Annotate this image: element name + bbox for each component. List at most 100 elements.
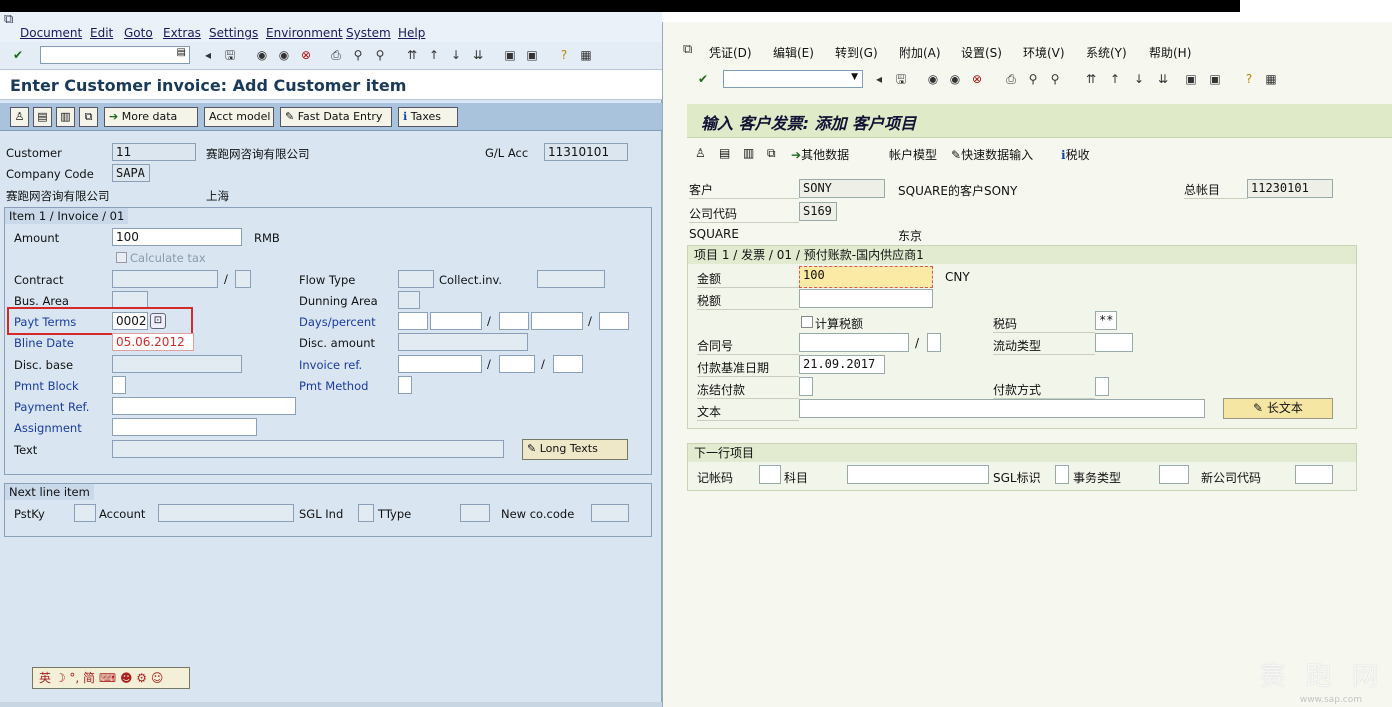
fast-entry-button-cn[interactable]: ✎快速数据输入 bbox=[951, 146, 1033, 163]
days-percent-label[interactable]: Days/percent bbox=[299, 315, 376, 329]
pmnt-block-label[interactable]: Pmnt Block bbox=[14, 379, 79, 393]
menu-edit-cn[interactable]: 编辑(E) bbox=[773, 44, 814, 61]
find-icon[interactable]: ⚲ bbox=[350, 47, 366, 63]
copy-icon-cn[interactable]: ▥ bbox=[743, 146, 754, 160]
long-texts-button[interactable]: ✎ Long Texts bbox=[522, 439, 628, 460]
collect-inv-field[interactable] bbox=[537, 270, 605, 288]
pmt-method-label[interactable]: Pmt Method bbox=[299, 379, 368, 393]
menu-edit[interactable]: Edit bbox=[90, 26, 113, 40]
sgl-ind-field[interactable] bbox=[358, 504, 374, 522]
percent1-field[interactable] bbox=[430, 312, 482, 330]
pmnt-block-field[interactable] bbox=[112, 376, 126, 394]
contract-type-field-cn[interactable] bbox=[927, 333, 941, 352]
payment-ref-field[interactable] bbox=[112, 397, 296, 415]
back-icon-cn[interactable]: ◉ bbox=[925, 71, 941, 87]
menu-settings[interactable]: Settings bbox=[209, 26, 258, 40]
shortcut-icon-cn[interactable]: ▣ bbox=[1207, 71, 1223, 87]
menu-system-cn[interactable]: 系统(Y) bbox=[1086, 44, 1127, 61]
next-page-icon-cn[interactable]: ↓ bbox=[1131, 71, 1147, 87]
long-text-button-cn[interactable]: ✎ 长文本 bbox=[1223, 398, 1333, 419]
menu-goto[interactable]: Goto bbox=[124, 26, 153, 40]
bline-date-field[interactable]: 05.06.2012 bbox=[112, 333, 194, 351]
cancel-icon-cn[interactable]: ⊗ bbox=[969, 71, 985, 87]
baseline-date-field-cn[interactable]: 21.09.2017 bbox=[799, 355, 885, 374]
contract-field[interactable] bbox=[112, 270, 218, 288]
ime-toolbar[interactable]: 英 ☽ °, 简 ⌨ ☻ ⚙ ☺ bbox=[32, 667, 190, 689]
company-code-field-cn[interactable]: S169 bbox=[799, 202, 837, 221]
pages-icon[interactable]: ⧉ bbox=[79, 107, 98, 127]
tax-code-field-cn[interactable]: ** bbox=[1095, 311, 1117, 330]
print-icon-cn[interactable]: ⎙ bbox=[1003, 71, 1019, 87]
last-page-icon[interactable]: ⇊ bbox=[470, 47, 486, 63]
save-icon[interactable]: 🖫 bbox=[222, 47, 238, 63]
menu-extras[interactable]: Extras bbox=[163, 26, 201, 40]
new-co-code-field[interactable] bbox=[591, 504, 629, 522]
bline-date-label[interactable]: Bline Date bbox=[14, 336, 74, 350]
contract-type-field[interactable] bbox=[235, 270, 251, 288]
invoice-ref-label[interactable]: Invoice ref. bbox=[299, 358, 362, 372]
days3-field[interactable] bbox=[599, 312, 629, 330]
ttype-field[interactable] bbox=[460, 504, 490, 522]
cancel-icon[interactable]: ⊗ bbox=[298, 47, 314, 63]
window-menu-icon[interactable]: ⧉ bbox=[4, 12, 13, 27]
enter-icon[interactable]: ✔ bbox=[10, 47, 26, 63]
new-co-code-field-cn[interactable] bbox=[1295, 465, 1333, 484]
days2-field[interactable] bbox=[499, 312, 529, 330]
new-session-icon-cn[interactable]: ▣ bbox=[1183, 71, 1199, 87]
first-page-icon[interactable]: ⇈ bbox=[404, 47, 420, 63]
exit-icon[interactable]: ◉ bbox=[276, 47, 292, 63]
amount-field-cn[interactable]: 100 bbox=[799, 266, 933, 288]
contract-field-cn[interactable] bbox=[799, 333, 909, 352]
find-icon-cn[interactable]: ⚲ bbox=[1025, 71, 1041, 87]
person-icon-cn[interactable]: ♙ bbox=[695, 146, 706, 160]
help-icon-cn[interactable]: ? bbox=[1241, 71, 1257, 87]
assignment-label[interactable]: Assignment bbox=[14, 421, 82, 435]
layout-menu-icon-cn[interactable]: ▦ bbox=[1263, 71, 1279, 87]
invoice-ref-year-field[interactable] bbox=[499, 355, 535, 373]
pstky-field-cn[interactable] bbox=[759, 465, 781, 484]
customer-field-cn[interactable]: SONY bbox=[799, 179, 885, 198]
menu-voucher[interactable]: 凭证(D) bbox=[709, 44, 752, 61]
shortcut-icon[interactable]: ▣ bbox=[524, 47, 540, 63]
find-next-icon[interactable]: ⚲ bbox=[372, 47, 388, 63]
menu-document[interactable]: Document bbox=[20, 26, 82, 40]
document-icon-cn[interactable]: ▤ bbox=[719, 146, 730, 160]
tax-button-cn[interactable]: ℹ税收 bbox=[1061, 146, 1090, 163]
window-menu-icon-cn[interactable]: ⧉ bbox=[683, 42, 692, 57]
amount-field[interactable]: 100 bbox=[112, 228, 242, 246]
last-page-icon-cn[interactable]: ⇊ bbox=[1155, 71, 1171, 87]
taxes-button[interactable]: ℹ Taxes bbox=[398, 107, 458, 127]
assignment-field[interactable] bbox=[112, 418, 257, 436]
sgl-ind-field-cn[interactable] bbox=[1055, 465, 1069, 484]
new-session-icon[interactable]: ▣ bbox=[502, 47, 518, 63]
days1-field[interactable] bbox=[398, 312, 428, 330]
disc-base-field[interactable] bbox=[112, 355, 242, 373]
text-field[interactable] bbox=[112, 440, 504, 458]
text-field-cn[interactable] bbox=[799, 399, 1205, 418]
print-icon[interactable]: ⎙ bbox=[328, 47, 344, 63]
command-field[interactable]: ▤ bbox=[40, 46, 190, 64]
pstky-field[interactable] bbox=[74, 504, 96, 522]
dunning-area-field[interactable] bbox=[398, 291, 420, 309]
menu-environment-cn[interactable]: 环境(V) bbox=[1023, 44, 1065, 61]
pmt-method-field[interactable] bbox=[398, 376, 412, 394]
fast-data-entry-button[interactable]: ✎ Fast Data Entry bbox=[280, 107, 392, 127]
prev-page-icon-cn[interactable]: ↑ bbox=[1107, 71, 1123, 87]
company-code-field[interactable]: SAPA bbox=[112, 164, 150, 182]
flow-type-field[interactable] bbox=[398, 270, 434, 288]
command-field-cn[interactable]: ▼ bbox=[723, 70, 863, 88]
acct-model-button-cn[interactable]: 帐户模型 bbox=[889, 146, 937, 163]
gl-acc-field-cn[interactable]: 11230101 bbox=[1247, 179, 1333, 198]
next-page-icon[interactable]: ↓ bbox=[448, 47, 464, 63]
copy-icon[interactable]: ▥ bbox=[56, 107, 75, 127]
back-arrow-icon[interactable]: ◂ bbox=[200, 47, 216, 63]
menu-settings-cn[interactable]: 设置(S) bbox=[961, 44, 1002, 61]
invoice-ref-item-field[interactable] bbox=[553, 355, 583, 373]
calculate-tax-checkbox[interactable] bbox=[116, 252, 127, 263]
menu-environment[interactable]: Environment bbox=[266, 26, 343, 40]
payment-method-field-cn[interactable] bbox=[1095, 377, 1109, 396]
help-icon[interactable]: ? bbox=[556, 47, 572, 63]
back-icon[interactable]: ◉ bbox=[254, 47, 270, 63]
person-icon[interactable]: ♙ bbox=[10, 107, 29, 127]
tax-amount-field-cn[interactable] bbox=[799, 289, 933, 308]
